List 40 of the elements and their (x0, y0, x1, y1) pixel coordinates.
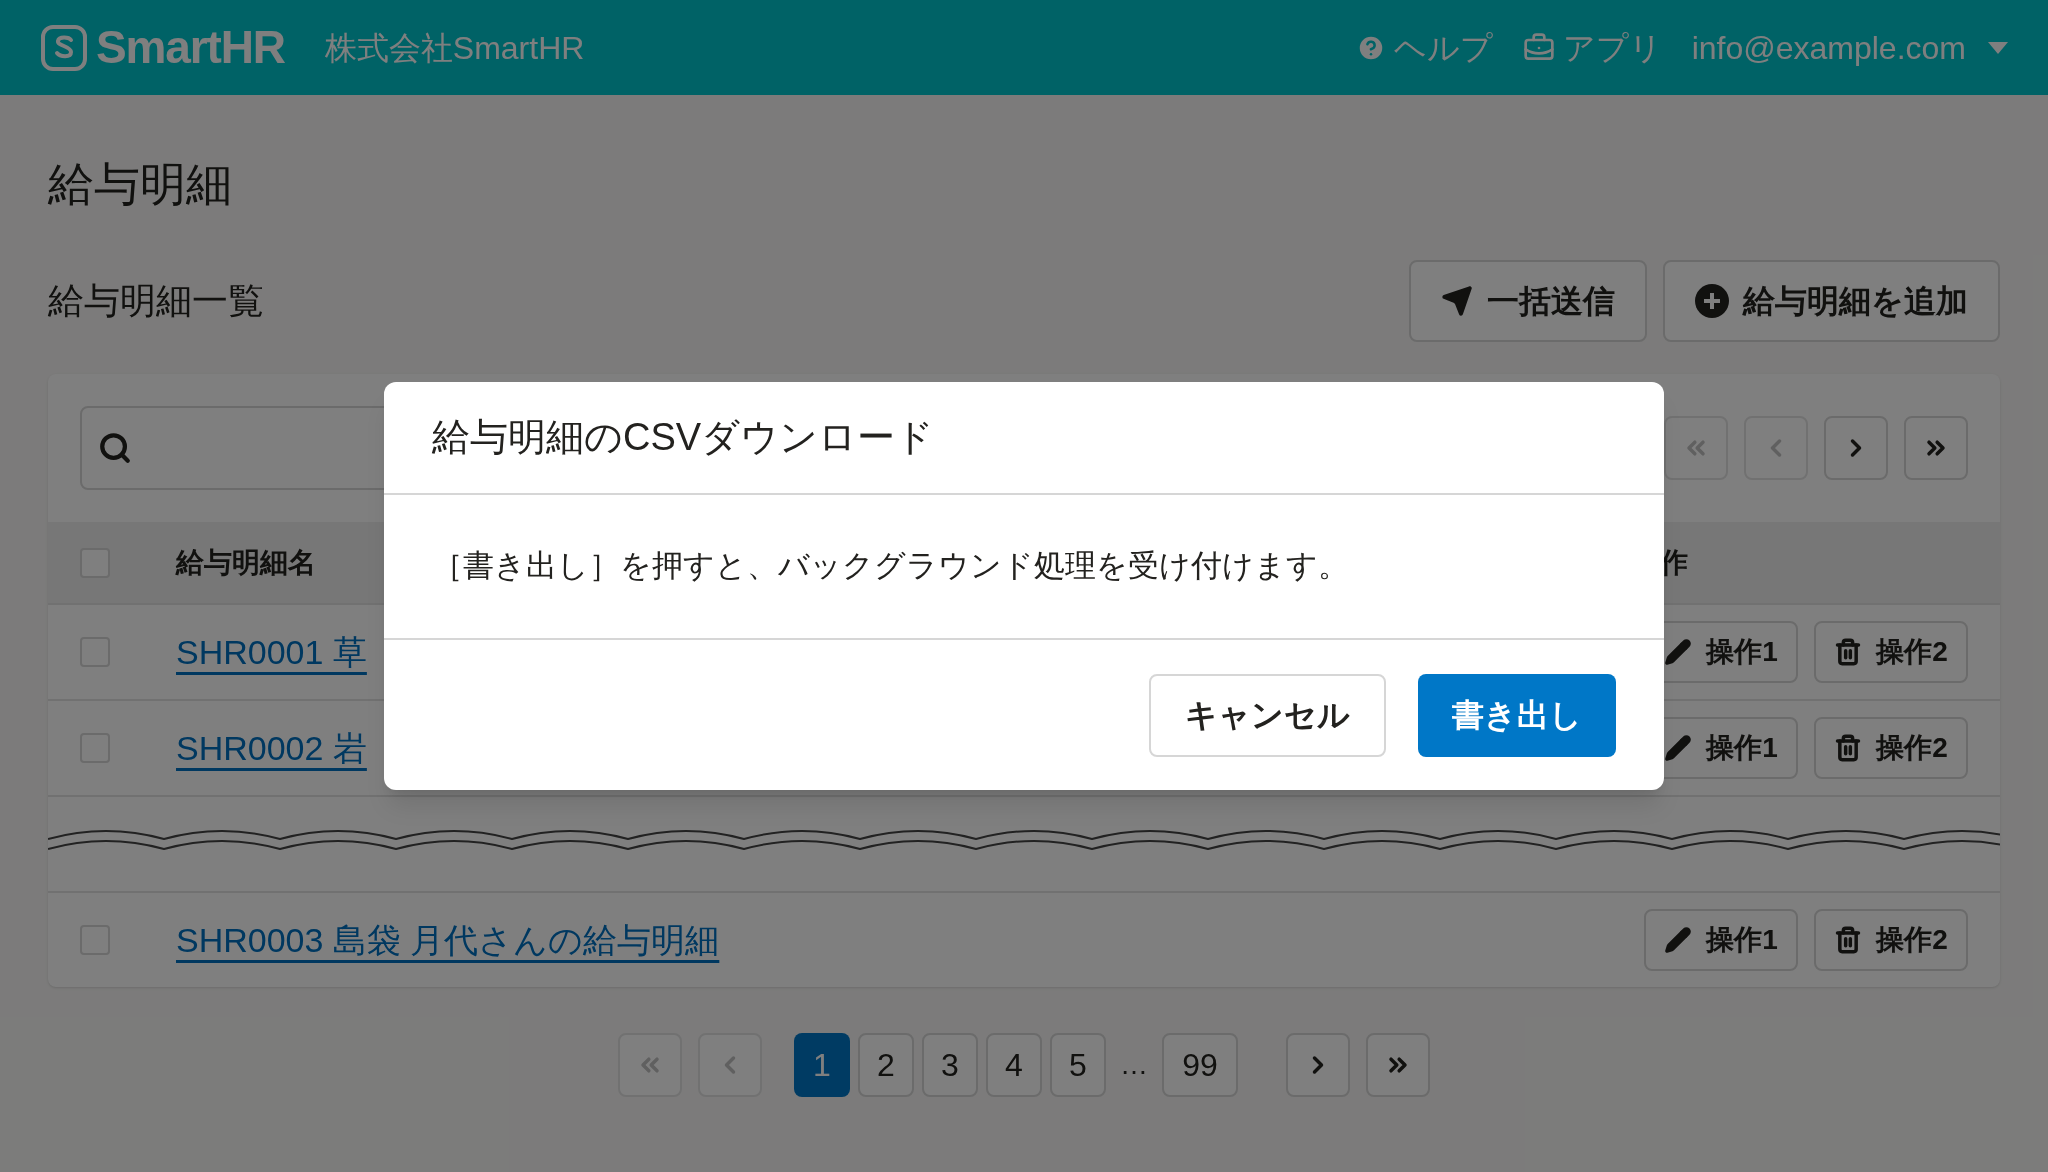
row-action-button[interactable]: 操作2 (1814, 717, 1968, 780)
caret-icon (1988, 41, 2008, 54)
page-button[interactable]: 99 (1162, 1033, 1238, 1098)
search-icon (98, 431, 132, 466)
section-title: 給与明細一覧 (48, 279, 264, 324)
row-action-button[interactable]: 操作2 (1814, 621, 1968, 684)
page-button[interactable]: 4 (986, 1033, 1042, 1098)
dialog-button[interactable]: 書き出し (1418, 673, 1616, 757)
pencil-icon (1664, 926, 1693, 955)
pager-button[interactable] (1286, 1033, 1350, 1098)
page-button[interactable]: 5 (1050, 1033, 1106, 1098)
dialog-title: 給与明細のCSVダウンロード (384, 382, 1664, 495)
trash-icon (1834, 638, 1863, 667)
ellipsis: … (1119, 1048, 1149, 1083)
payslip-link[interactable]: SHR0001 草 (176, 626, 367, 678)
payslip-link[interactable]: SHR0002 岩 (176, 722, 367, 774)
pencil-icon (1664, 638, 1693, 667)
pencil-icon (1664, 734, 1693, 763)
pager-button[interactable] (1366, 1033, 1430, 1098)
trash-icon (1834, 926, 1863, 955)
page-title: 給与明細 (48, 157, 233, 212)
logo-text: SmartHR (96, 20, 285, 75)
trash-icon (1834, 734, 1863, 763)
company-name: 株式会社SmartHR (324, 28, 585, 68)
pager-button[interactable] (1824, 416, 1888, 481)
payslip-link[interactable]: SHR0003 島袋 月代さんの給与明細 (176, 914, 720, 966)
row-action-button[interactable]: 操作1 (1644, 909, 1798, 972)
page-button[interactable]: 2 (858, 1033, 914, 1098)
action-button[interactable]: 給与明細を追加 (1663, 260, 2000, 343)
logo-icon (40, 23, 88, 72)
action-button[interactable]: 一括送信 (1409, 260, 1647, 343)
row-action-button[interactable]: 操作2 (1814, 909, 1968, 972)
dialog-button[interactable]: キャンセル (1149, 673, 1386, 757)
paper-plane-icon (1441, 285, 1473, 318)
dialog-message: ［書き出し］を押すと、バックグラウンド処理を受け付けます。 (384, 495, 1664, 640)
column-header: 給与明細名 (176, 545, 316, 580)
pager-button[interactable] (1904, 416, 1968, 481)
plus-circle-icon (1695, 284, 1729, 319)
page-button[interactable]: 1 (794, 1033, 850, 1098)
page-button[interactable]: 3 (922, 1033, 978, 1098)
